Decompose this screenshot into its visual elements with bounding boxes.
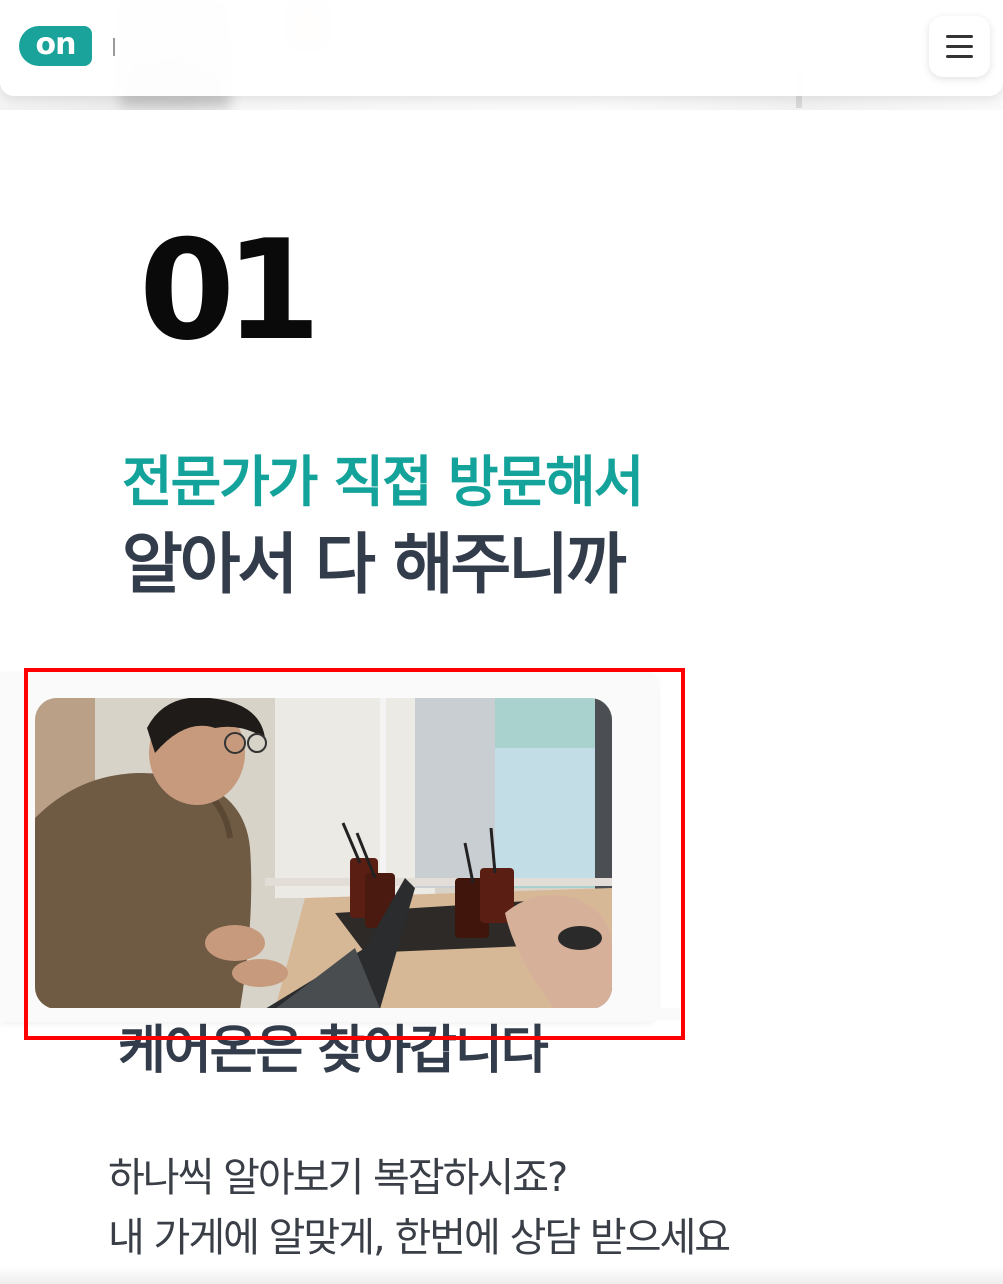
body-text-line-1: 하나씩 알아보기 복잡하시죠? [108, 1155, 568, 1201]
page: on 01 전문가가 직접 방문해서 알아서 다 해주니까 케어온은 찾아갑니다 [0, 0, 1003, 1284]
step-number: 01 [139, 210, 321, 371]
site-header: on [0, 0, 1003, 96]
menu-button[interactable] [929, 16, 990, 77]
body-text-line-2: 내 가게에 알맞게, 한번에 상담 받으세요 [108, 1215, 731, 1261]
logo-text: on [35, 27, 77, 62]
logo[interactable]: on [19, 26, 92, 66]
headline-accent: 전문가가 직접 방문해서 [122, 450, 644, 514]
headline-main: 알아서 다 해주니까 [122, 526, 627, 603]
consultation-photo [35, 698, 612, 1009]
hamburger-menu-icon [946, 35, 973, 38]
logo-divider [113, 38, 115, 56]
section-subheadline: 케어온은 찾아갑니다 [118, 1021, 549, 1081]
